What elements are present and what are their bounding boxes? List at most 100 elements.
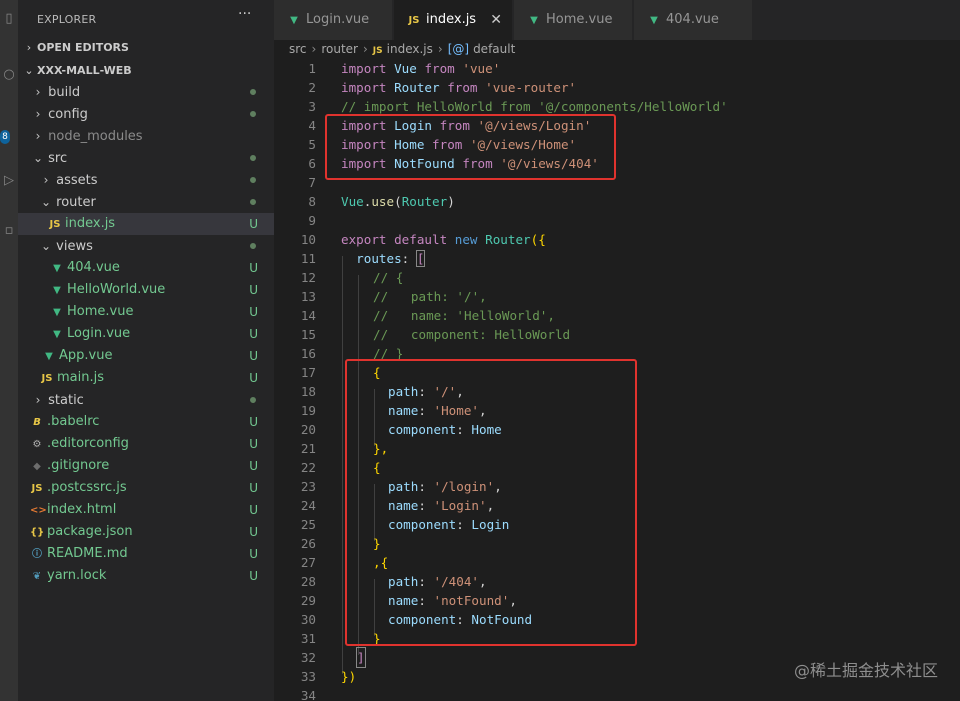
tree-item-label: node_modules	[48, 129, 143, 144]
tree-item-views[interactable]: ⌄ views	[18, 235, 274, 257]
line-number: 24	[300, 498, 316, 513]
chevron-right-icon: ›	[35, 393, 41, 407]
token-class: Router	[401, 194, 448, 209]
tree-item-build[interactable]: › build	[18, 81, 274, 103]
tab-home-vue[interactable]: ▼ Home.vue	[514, 0, 632, 40]
tree-item-label: Home.vue	[67, 304, 134, 319]
line-number: 11	[300, 251, 316, 266]
tree-item-label: Login.vue	[67, 326, 131, 341]
tree-item-label: static	[48, 393, 84, 408]
extensions-icon[interactable]: ▫	[0, 220, 18, 242]
files-icon[interactable]: ▯	[0, 8, 18, 30]
tree-item-router[interactable]: ⌄ router	[18, 191, 274, 213]
line-number: 9	[308, 213, 316, 228]
tree-item-yarn-lock[interactable]: ❦ yarn.lock U	[18, 565, 274, 587]
tree-item-app-vue[interactable]: ▼ App.vue U	[18, 345, 274, 367]
tree-item-readme[interactable]: ⓘ README.md U	[18, 543, 274, 565]
code-editor[interactable]: 1 2 3 4 5 6 7 8 9 10 11 12 13 14 15 16 17 18 19 20 21 22 23 24 2…	[274, 58, 960, 701]
tree-item-main-js[interactable]: JS main.js U	[18, 367, 274, 389]
token-bracket: ({	[530, 232, 546, 247]
tree-item-postcssrc[interactable]: JS .postcssrc.js U	[18, 477, 274, 499]
tab-label: 404.vue	[666, 12, 719, 27]
tree-item-label: main.js	[57, 370, 104, 385]
tree-item-label: HelloWorld.vue	[67, 282, 166, 297]
tree-item-static[interactable]: › static	[18, 389, 274, 411]
token-keyword: from	[424, 61, 455, 76]
tree-item-label: package.json	[47, 524, 133, 539]
token-punct: :	[401, 251, 417, 266]
run-debug-icon[interactable]: ▷	[0, 170, 18, 192]
tree-item-label: config	[48, 107, 88, 122]
line-number: 29	[300, 593, 316, 608]
chevron-right-icon: ›	[43, 173, 49, 187]
git-status: U	[249, 459, 258, 473]
breadcrumb-index-js[interactable]: index.js	[387, 40, 433, 58]
vue-file-icon: ▼	[650, 15, 658, 26]
code-line-15: // component: HelloWorld	[373, 327, 571, 342]
breadcrumb-router[interactable]: router	[321, 40, 358, 58]
git-status: U	[249, 261, 258, 275]
tab-index-js[interactable]: JS index.js ✕	[394, 0, 512, 40]
tree-item-helloworld-vue[interactable]: ▼ HelloWorld.vue U	[18, 279, 274, 301]
line-number: 26	[300, 536, 316, 551]
token-punct: )	[447, 194, 455, 209]
token-class: Vue	[341, 194, 364, 209]
open-editors-section[interactable]: › OPEN EDITORS	[18, 37, 274, 59]
line-number: 31	[300, 631, 316, 646]
js-file-icon: JS	[408, 15, 420, 26]
tab-label: Home.vue	[546, 12, 613, 27]
line-number: 19	[300, 403, 316, 418]
line-number: 3	[308, 99, 316, 114]
line-number: 33	[300, 669, 316, 684]
search-icon[interactable]: ○	[0, 64, 18, 86]
chevron-right-icon: ›	[311, 42, 317, 56]
tab-404-vue[interactable]: ▼ 404.vue	[634, 0, 752, 40]
line-number: 8	[308, 194, 316, 209]
highlight-box-routes	[345, 359, 637, 646]
tree-item-index-html[interactable]: <>index.html U	[18, 499, 274, 521]
line-number: 1	[308, 61, 316, 76]
breadcrumb-default[interactable]: default	[473, 40, 515, 58]
line-number: 18	[300, 384, 316, 399]
token-punct: (	[394, 194, 402, 209]
token-class: Router	[485, 232, 531, 247]
tree-item-gitignore[interactable]: ◆ .gitignore U	[18, 455, 274, 477]
git-icon: ◆	[33, 461, 41, 472]
tree-item-node-modules[interactable]: › node_modules	[18, 125, 274, 147]
line-number: 2	[308, 80, 316, 95]
tree-item-login-vue[interactable]: ▼ Login.vue U	[18, 323, 274, 345]
token-keyword: import	[341, 80, 387, 95]
tree-item-babelrc[interactable]: B .babelrc U	[18, 411, 274, 433]
tree-item-label: router	[56, 195, 96, 210]
token-keyword: from	[447, 80, 478, 95]
chevron-right-icon: ›	[362, 42, 368, 56]
tree-item-editorconfig[interactable]: ⚙ .editorconfig U	[18, 433, 274, 455]
tab-login-vue[interactable]: ▼ Login.vue	[274, 0, 392, 40]
more-actions-icon[interactable]: ···	[238, 6, 251, 22]
line-number: 17	[300, 365, 316, 380]
tree-item-label: views	[56, 239, 93, 254]
line-number: 34	[300, 688, 316, 701]
tree-item-404-vue[interactable]: ▼ 404.vue U	[18, 257, 274, 279]
tree-item-package-json[interactable]: {} package.json U	[18, 521, 274, 543]
modified-dot	[250, 199, 256, 205]
breadcrumb-src[interactable]: src	[289, 40, 307, 58]
tree-item-src[interactable]: ⌄ src	[18, 147, 274, 169]
close-icon[interactable]: ✕	[490, 0, 502, 40]
project-section[interactable]: ⌄ XXX-MALL-WEB	[18, 60, 274, 82]
tree-item-assets[interactable]: › assets	[18, 169, 274, 191]
tree-item-config[interactable]: › config	[18, 103, 274, 125]
line-number: 30	[300, 612, 316, 627]
tree-item-label: 404.vue	[67, 260, 120, 275]
babel-icon: B	[33, 417, 41, 428]
token-keyword: export	[341, 232, 387, 247]
code-line-1: import Vue from 'vue'	[341, 59, 500, 78]
git-status: U	[249, 349, 258, 363]
code-line-32: ]	[356, 647, 366, 668]
tree-item-index-js[interactable]: JS index.js U	[18, 213, 274, 235]
git-status: U	[249, 371, 258, 385]
tree-item-home-vue[interactable]: ▼ Home.vue U	[18, 301, 274, 323]
line-number: 23	[300, 479, 316, 494]
vue-file-icon: ▼	[45, 351, 53, 362]
tree-item-label: index.html	[47, 502, 117, 517]
